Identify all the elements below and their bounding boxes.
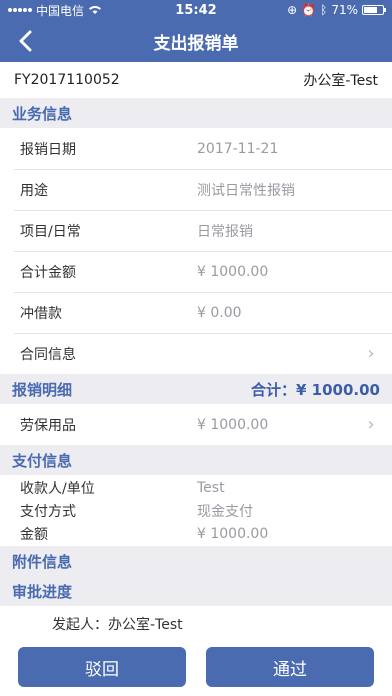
field-label: 报销日期 [20,141,76,158]
field-label: 项目/日常 [20,223,81,240]
wifi-icon [89,6,102,14]
reimburse-detail-list: 劳保用品 ¥ 1000.00 › [0,404,392,445]
battery-percent: 71% [331,3,358,17]
field-value: 日常报销 [197,223,253,240]
section-title: 审批进度 [12,582,73,601]
approve-button[interactable]: 通过 [206,647,374,687]
chevron-right-icon: › [367,414,375,435]
section-approval-progress: 审批进度 [0,576,392,606]
section-title: 报销明细 [12,380,73,399]
field-label: 金额 [20,526,48,543]
page-title: 支出报销单 [153,33,239,54]
section-payment-info: 支付信息 [0,445,392,475]
row-project: 项目/日常 日常报销 [0,210,392,251]
detail-total: 合计：¥ 1000.00 [251,380,380,399]
field-label: 用途 [20,182,48,199]
row-contract-info[interactable]: 合同信息 › [0,333,392,374]
field-label: 劳保用品 [20,417,76,434]
row-reimburse-date: 报销日期 2017-11-21 [0,128,392,169]
field-label: 收款人/单位 [20,480,95,497]
document-info: FY2017110052 办公室-Test [0,62,392,98]
field-value: 测试日常性报销 [197,182,295,199]
field-value: ¥ 1000.00 [197,263,269,280]
lock-rotation-icon: ⊕ [287,3,298,17]
row-payee: 收款人/单位 Test [0,476,392,499]
section-attachments[interactable]: 附件信息 [0,546,392,576]
chevron-left-icon [19,30,32,52]
reject-button[interactable]: 驳回 [18,647,186,687]
row-payment-amount: 金额 ¥ 1000.00 [0,522,392,545]
section-title: 支付信息 [12,451,73,470]
section-business-info: 业务信息 [0,98,392,128]
battery-icon [362,5,386,15]
section-reimburse-detail: 报销明细 合计：¥ 1000.00 [0,374,392,404]
section-title: 业务信息 [12,104,73,123]
field-value: Test [197,479,225,496]
business-info-list: 报销日期 2017-11-21 用途 测试日常性报销 项目/日常 日常报销 合计… [0,128,392,374]
carrier-label: 中国电信 [36,3,85,18]
signal-icon [8,8,32,12]
field-value: 现金支付 [197,503,253,520]
row-total-amount: 合计金额 ¥ 1000.00 [0,251,392,292]
nav-bar: 支出报销单 [0,20,392,62]
field-label: 合同信息 [20,346,76,363]
field-label: 冲借款 [20,305,62,322]
document-number: FY2017110052 [14,72,120,88]
field-value: ¥ 1000.00 [197,416,269,433]
field-label: 支付方式 [20,503,76,520]
document-department: 办公室-Test [303,73,378,89]
row-loan-offset: 冲借款 ¥ 0.00 [0,292,392,333]
action-bar: 驳回 通过 [0,638,392,696]
chevron-right-icon: › [367,343,375,364]
field-label: 合计金额 [20,264,76,281]
field-value: ¥ 0.00 [197,304,242,321]
field-value: 2017-11-21 [197,140,279,157]
payment-info-list: 收款人/单位 Test 支付方式 现金支付 金额 ¥ 1000.00 [0,475,392,546]
section-title: 附件信息 [12,552,73,571]
bluetooth-icon: ᛒ [320,3,328,17]
back-button[interactable] [10,24,40,58]
alarm-icon: ⏰ [301,3,317,17]
status-bar: 中国电信 15:42 ⊕ ⏰ ᛒ 71% [0,0,392,20]
row-purpose: 用途 测试日常性报销 [0,169,392,210]
approval-initiator: 发起人：办公室-Test [52,617,183,633]
field-value: ¥ 1000.00 [197,525,269,542]
row-payment-method: 支付方式 现金支付 [0,499,392,522]
row-detail-item[interactable]: 劳保用品 ¥ 1000.00 › [0,404,392,445]
